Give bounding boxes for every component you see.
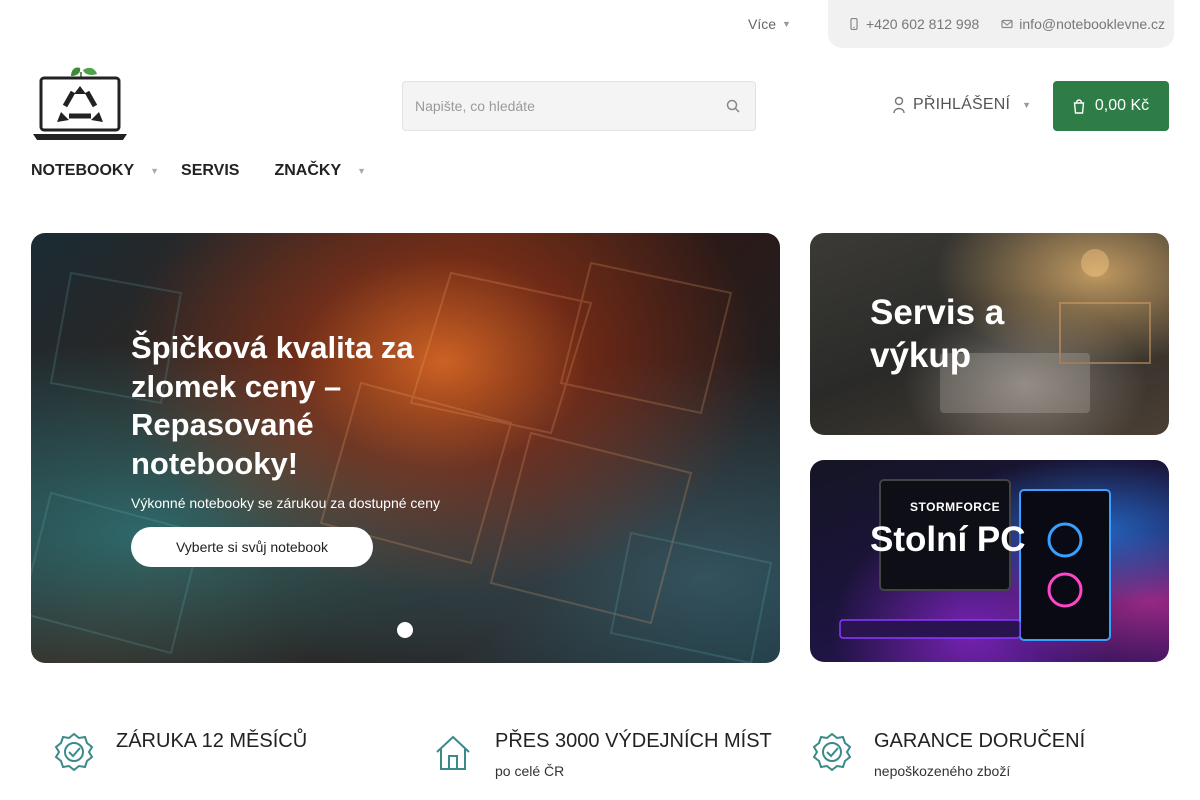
- carousel-dot[interactable]: [397, 622, 413, 638]
- phone-icon: [850, 18, 858, 30]
- feature-subtitle: po celé ČR: [495, 763, 565, 779]
- features-row: ZÁRUKA 12 MĚSÍCŮ PŘES 3000 VÝDEJNÍCH MÍS…: [0, 720, 1200, 800]
- gaming-pc-background-image: [839, 479, 1111, 641]
- login-button[interactable]: PŘIHLÁŠENÍ ▼: [893, 96, 1031, 114]
- feature-subtitle: nepoškozeného zboží: [874, 763, 1011, 779]
- feature-warranty: ZÁRUKA 12 MĚSÍCŮ: [54, 720, 307, 772]
- promo-card-servis[interactable]: Servis a výkup: [810, 233, 1169, 435]
- more-label: Více: [748, 16, 777, 32]
- feature-title: ZÁRUKA 12 MĚSÍCŮ: [116, 730, 308, 752]
- feature-delivery: GARANCE DORUČENÍ nepoškozeného zboží: [812, 720, 1085, 779]
- envelope-icon: [1001, 19, 1013, 29]
- hero-cta-button[interactable]: Vyberte si svůj notebook: [131, 527, 373, 567]
- user-icon: [893, 96, 905, 114]
- nav-item-servis[interactable]: SERVIS: [181, 162, 239, 180]
- email-address: info@notebooklevne.cz: [1019, 16, 1166, 32]
- promo-card-title: Stolní PC: [870, 520, 1026, 559]
- cart-icon: [1073, 99, 1085, 114]
- promo-card-pc[interactable]: STORMFORCE Stolní PC: [810, 460, 1169, 662]
- top-bar: Více ▼ +420 602 812 998 info@notebooklev…: [0, 0, 1200, 48]
- nav-item-label: SERVIS: [181, 162, 240, 179]
- cart-total: 0,00 Kč: [1094, 97, 1150, 114]
- brand-logo: STORMFORCE: [910, 500, 1001, 514]
- nav-item-znacky[interactable]: ZNAČKY ▼: [274, 162, 366, 180]
- hero-banner[interactable]: Špičková kvalita za zlomek ceny – Repaso…: [31, 233, 780, 663]
- search-button[interactable]: [723, 96, 743, 116]
- search-icon: [726, 99, 740, 113]
- more-menu[interactable]: Více ▼: [748, 16, 791, 32]
- phone-link[interactable]: +420 602 812 998: [848, 16, 979, 32]
- nav-item-label: NOTEBOOKY: [31, 162, 135, 179]
- feature-title: PŘES 3000 VÝDEJNÍCH MÍST: [495, 730, 772, 752]
- feature-title: GARANCE DORUČENÍ: [874, 730, 1086, 752]
- cart-button[interactable]: 0,00 Kč: [1053, 81, 1169, 131]
- hero-title: Špičková kvalita za zlomek ceny – Repaso…: [131, 330, 414, 481]
- badge-check-icon: [54, 732, 94, 772]
- chevron-down-icon: ▼: [150, 166, 160, 176]
- main-nav: NOTEBOOKY ▼ SERVIS ZNAČKY ▼: [31, 162, 366, 180]
- chevron-down-icon: ▼: [782, 19, 791, 29]
- chevron-down-icon: ▼: [1022, 100, 1032, 110]
- home-icon: [436, 735, 470, 770]
- recycle-laptop-logo: [33, 67, 127, 140]
- search-input[interactable]: [415, 98, 723, 114]
- nav-item-label: ZNAČKY: [274, 162, 342, 179]
- email-link[interactable]: info@notebooklevne.cz: [1001, 16, 1165, 32]
- nav-item-notebooky[interactable]: NOTEBOOKY ▼: [31, 162, 159, 180]
- search-bar: [402, 81, 756, 131]
- promo-card-title: Servis a výkup: [870, 293, 1005, 375]
- site-logo[interactable]: [31, 64, 129, 144]
- badge-check-icon: [812, 732, 852, 772]
- contact-bar: +420 602 812 998 info@notebooklevne.cz: [828, 0, 1174, 48]
- feature-pickup: PŘES 3000 VÝDEJNÍCH MÍST po celé ČR: [433, 720, 772, 779]
- hero-subtitle: Výkonné notebooky se zárukou za dostupné…: [131, 495, 440, 511]
- login-label: PŘIHLÁŠENÍ: [913, 96, 1011, 113]
- chevron-down-icon: ▼: [357, 166, 367, 176]
- phone-number: +420 602 812 998: [866, 16, 980, 32]
